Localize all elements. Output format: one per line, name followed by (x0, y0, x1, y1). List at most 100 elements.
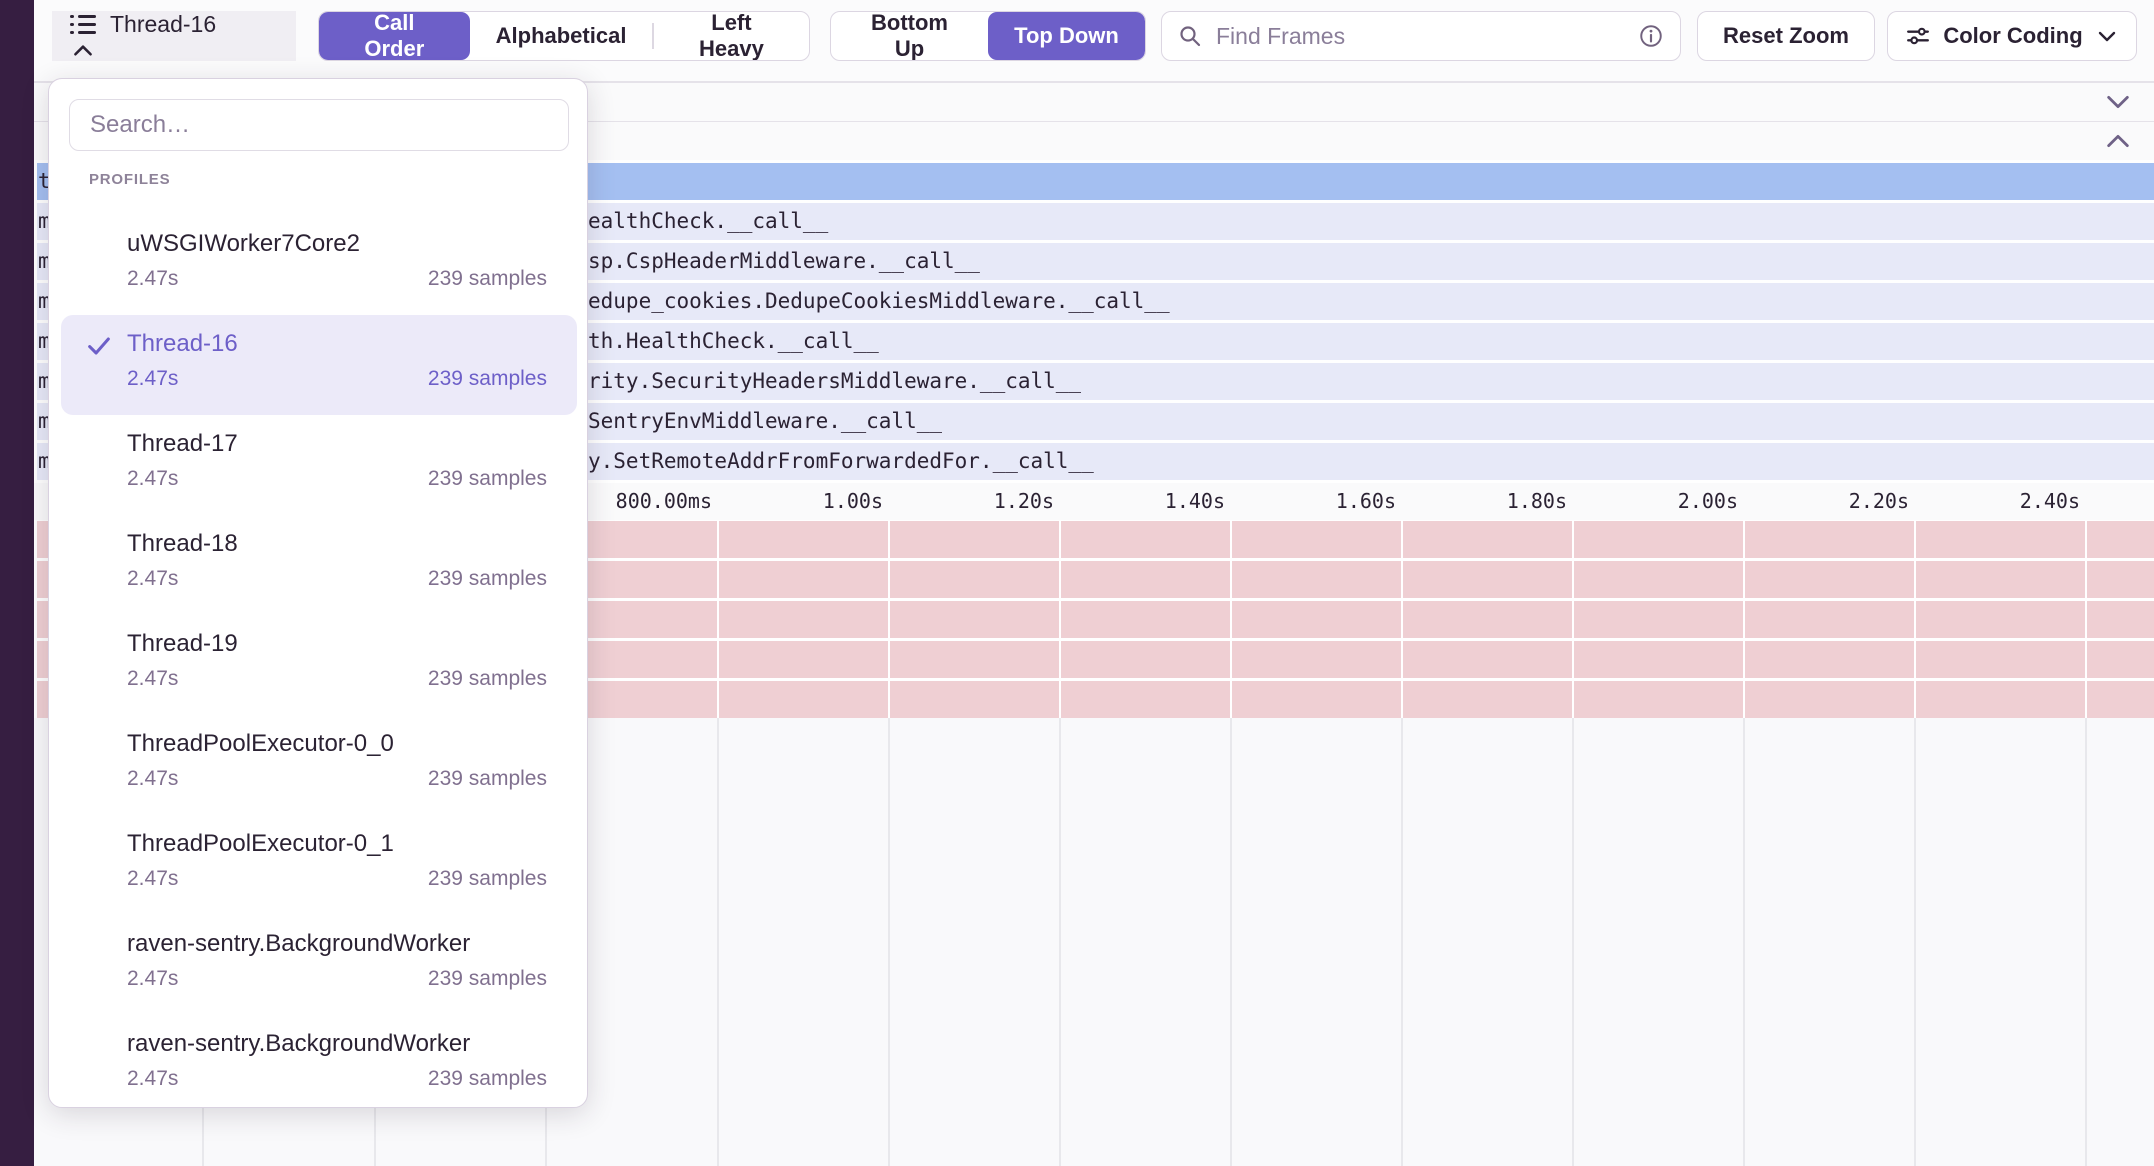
thread-selector-button[interactable]: Thread-16 (52, 11, 296, 61)
profile-item-samples: 239 samples (428, 267, 547, 291)
thread-selector-label: Thread-16 (110, 11, 216, 38)
profile-item-name: Thread-17 (127, 429, 547, 459)
profile-item-samples: 239 samples (428, 767, 547, 791)
profile-item-samples: 239 samples (428, 867, 547, 891)
profile-item-samples: 239 samples (428, 1067, 547, 1091)
time-gridline (1230, 521, 1232, 718)
axis-tick-label: 2.00s (1678, 483, 1738, 520)
profile-search-input[interactable] (88, 110, 550, 140)
flame-frame-label: SentryEnvMiddleware.__call__ (588, 403, 942, 440)
time-gridline (1914, 718, 1916, 1166)
checkmark-icon (85, 332, 113, 365)
expand-minimap-chevron-down-icon[interactable] (2104, 91, 2132, 118)
find-frames-input[interactable] (1214, 22, 1638, 51)
time-gridline (1914, 521, 1916, 718)
profile-item-samples: 239 samples (428, 967, 547, 991)
search-icon (1178, 24, 1202, 48)
flame-frame-label: edupe_cookies.DedupeCookiesMiddleware.__… (588, 283, 1170, 320)
profile-item-name: raven-sentry.BackgroundWorker (127, 929, 547, 959)
profile-search-box (69, 99, 569, 151)
collapse-flamegraph-chevron-up-icon[interactable] (2104, 130, 2132, 157)
profile-item-samples: 239 samples (428, 567, 547, 591)
profile-item-duration: 2.47s (127, 667, 178, 691)
profile-item-duration: 2.47s (127, 867, 178, 891)
profile-item-name: Thread-18 (127, 529, 547, 559)
profile-list-item[interactable]: Thread-19 2.47s 239 samples (61, 615, 577, 715)
time-gridline (717, 521, 719, 718)
axis-tick-label: 2.40s (2020, 483, 2080, 520)
color-coding-button[interactable]: Color Coding (1887, 11, 2137, 61)
profile-item-duration: 2.47s (127, 567, 178, 591)
time-gridline (1743, 521, 1745, 718)
profile-list: uWSGIWorker7Core2 2.47s 239 samples Thre… (49, 215, 589, 1115)
profile-list-item[interactable]: ThreadPoolExecutor-0_0 2.47s 239 samples (61, 715, 577, 815)
profile-item-duration: 2.47s (127, 467, 178, 491)
tab-call-order[interactable]: Call Order (319, 12, 470, 60)
profile-item-samples: 239 samples (428, 467, 547, 491)
axis-tick-label: 1.60s (1336, 483, 1396, 520)
info-icon[interactable] (1638, 23, 1664, 49)
profile-dropdown-menu: PROFILES uWSGIWorker7Core2 2.47s 239 sam… (48, 78, 588, 1108)
axis-tick-label: 800.00ms (616, 483, 712, 520)
chevron-down-icon (2095, 24, 2119, 48)
time-gridline (1743, 718, 1745, 1166)
axis-tick-label: 2.20s (1849, 483, 1909, 520)
profile-item-name: raven-sentry.BackgroundWorker (127, 1029, 547, 1059)
color-coding-label: Color Coding (1943, 23, 2082, 49)
profile-item-duration: 2.47s (127, 1067, 178, 1091)
profile-item-duration: 2.47s (127, 767, 178, 791)
tab-bottom-up[interactable]: Bottom Up (831, 12, 988, 60)
profiles-section-label: PROFILES (89, 171, 170, 188)
profile-item-duration: 2.47s (127, 967, 178, 991)
time-gridline (2085, 521, 2087, 718)
time-gridline (1401, 718, 1403, 1166)
time-gridline (1401, 521, 1403, 718)
find-frames-searchbox (1161, 11, 1681, 61)
flame-frame-label: th.HealthCheck.__call__ (588, 323, 879, 360)
profile-list-item[interactable]: uWSGIWorker7Core2 2.47s 239 samples (61, 215, 577, 315)
time-gridline (1230, 718, 1232, 1166)
flame-frame-label: ealthCheck.__call__ (588, 203, 828, 240)
time-gridline (2085, 718, 2087, 1166)
profile-list-item[interactable]: raven-sentry.BackgroundWorker 2.47s 239 … (61, 1015, 577, 1115)
profile-list-item[interactable]: ThreadPoolExecutor-0_1 2.47s 239 samples (61, 815, 577, 915)
time-gridline (1572, 718, 1574, 1166)
profile-item-duration: 2.47s (127, 367, 178, 391)
profile-list-item[interactable]: Thread-17 2.47s 239 samples (61, 415, 577, 515)
profile-list-item[interactable]: Thread-18 2.47s 239 samples (61, 515, 577, 615)
profile-item-name: ThreadPoolExecutor-0_0 (127, 729, 547, 759)
flame-frame-label: y.SetRemoteAddrFromForwardedFor.__call__ (588, 443, 1094, 480)
axis-tick-label: 1.40s (1165, 483, 1225, 520)
tab-left-heavy[interactable]: Left Heavy (654, 12, 809, 60)
axis-tick-label: 1.80s (1507, 483, 1567, 520)
time-gridline (717, 718, 719, 1166)
reset-zoom-button[interactable]: Reset Zoom (1697, 11, 1875, 61)
axis-tick-label: 1.00s (823, 483, 883, 520)
profile-item-name: Thread-19 (127, 629, 547, 659)
profile-list-item[interactable]: raven-sentry.BackgroundWorker 2.47s 239 … (61, 915, 577, 1015)
time-gridline (1572, 521, 1574, 718)
profile-item-samples: 239 samples (428, 667, 547, 691)
flame-frame-label: sp.CspHeaderMiddleware.__call__ (588, 243, 980, 280)
flame-frame-label: rity.SecurityHeadersMiddleware.__call__ (588, 363, 1081, 400)
thread-list-icon (70, 14, 96, 36)
profile-list-item[interactable]: Thread-16 2.47s 239 samples (61, 315, 577, 415)
axis-tick-label: 1.20s (994, 483, 1054, 520)
tab-alphabetical[interactable]: Alphabetical (470, 12, 653, 60)
time-gridline (888, 521, 890, 718)
order-tab-group: Call Order Alphabetical Left Heavy (318, 11, 810, 61)
profile-item-name: Thread-16 (127, 329, 547, 359)
tab-top-down[interactable]: Top Down (988, 12, 1145, 60)
time-gridline (1059, 521, 1061, 718)
profile-item-name: ThreadPoolExecutor-0_1 (127, 829, 547, 859)
time-gridline (888, 718, 890, 1166)
sidebar-nav-strip (0, 0, 34, 1166)
toolbar: Thread-16 Call Order Alphabetical Left H… (34, 0, 2154, 81)
sliders-icon (1905, 23, 1931, 49)
chevron-up-icon (70, 38, 96, 64)
profile-item-duration: 2.47s (127, 267, 178, 291)
profile-item-samples: 239 samples (428, 367, 547, 391)
direction-tab-group: Bottom Up Top Down (830, 11, 1146, 61)
time-gridline (1059, 718, 1061, 1166)
profile-item-name: uWSGIWorker7Core2 (127, 229, 547, 259)
